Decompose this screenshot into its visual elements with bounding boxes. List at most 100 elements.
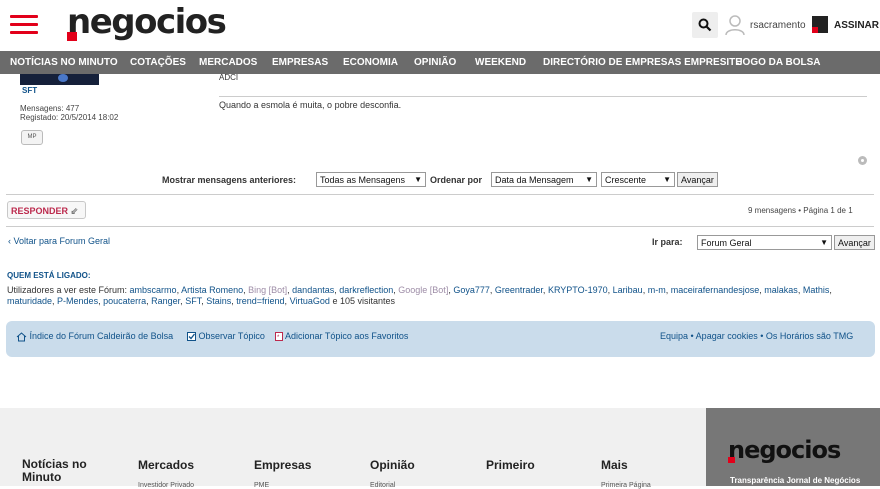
footer-logo[interactable]: negocios [728, 436, 841, 464]
sort-filter-bar: Mostrar mensagens anteriores: Todas as M… [0, 171, 880, 189]
footer-col-primeiro[interactable]: Primeiro [486, 458, 535, 472]
footer-col-noticias[interactable]: Notícias no Minuto [22, 458, 102, 484]
jump-to-label: Ir para: [652, 237, 683, 247]
signature-divider [219, 96, 867, 97]
online-user-link[interactable]: malakas [764, 285, 798, 295]
jump-go-button[interactable]: Avançar [834, 235, 875, 250]
reply-arrow-icon: ⇙ [70, 206, 79, 216]
online-user-link[interactable]: VirtuaGod [290, 296, 330, 306]
post-body-tail: ADCI [219, 73, 239, 82]
footer-col-opiniao[interactable]: Opinião [370, 458, 415, 472]
online-user-link[interactable]: Mathis [803, 285, 830, 295]
watch-topic-label: Observar Tópico [198, 331, 265, 341]
divider [6, 226, 874, 227]
online-user-link[interactable]: Bing [Bot] [248, 285, 287, 295]
forum-index-label: Índice do Fórum Caldeirão de Bolsa [29, 331, 174, 341]
chevron-down-icon: ▼ [585, 175, 593, 184]
post-registered: Registado: 20/5/2014 18:02 [20, 113, 118, 122]
chevron-down-icon: ▼ [663, 175, 671, 184]
chevron-down-icon: ▼ [820, 238, 828, 247]
sort-go-button[interactable]: Avançar [677, 172, 718, 187]
jump-to-value: Forum Geral [701, 238, 752, 248]
nav-mercados[interactable]: MERCADOS [199, 57, 257, 68]
reply-label: RESPONDER [11, 206, 69, 216]
online-user-link[interactable]: maturidade [7, 296, 52, 306]
checkbox-icon [187, 332, 196, 342]
jump-to-select[interactable]: Forum Geral ▼ [697, 235, 832, 250]
nav-opiniao[interactable]: OPINIÃO [414, 57, 456, 68]
sort-direction-value: Crescente [605, 175, 647, 185]
post-author[interactable]: SFT [22, 86, 37, 95]
order-by-value: Data da Mensagem [495, 175, 574, 185]
post-signature: Quando a esmola é muita, o pobre desconf… [219, 100, 402, 110]
author-avatar [20, 74, 99, 85]
forum-index-link[interactable]: Índice do Fórum Caldeirão de Bolsa [16, 331, 173, 342]
site-logo[interactable]: negocios [67, 2, 227, 42]
show-messages-label: Mostrar mensagens anteriores: [162, 175, 297, 185]
registered-label: Registado: [20, 113, 59, 122]
online-user-link[interactable]: darkreflection [339, 285, 393, 295]
private-message-button[interactable]: MP [21, 130, 43, 145]
online-user-link[interactable]: Greentrader [495, 285, 543, 295]
nav-noticias[interactable]: NOTÍCIAS NO MINUTO [10, 57, 118, 68]
online-user-link[interactable]: m-m [648, 285, 666, 295]
online-user-link[interactable]: P-Mendes [57, 296, 98, 306]
site-footer: Notícias no Minuto Mercados Empresas Opi… [0, 408, 880, 489]
online-user-link[interactable]: Stains [206, 296, 231, 306]
user-icon [725, 15, 745, 36]
online-user-link[interactable]: trend=friend [236, 296, 284, 306]
registered-value: 20/5/2014 18:02 [60, 113, 119, 122]
online-user-link[interactable]: Google [Bot] [398, 285, 448, 295]
subscribe-label: ASSINAR [834, 20, 880, 31]
order-by-select[interactable]: Data da Mensagem ▼ [491, 172, 597, 187]
home-icon [16, 331, 27, 342]
order-by-label: Ordenar por [430, 175, 483, 185]
nav-empresas[interactable]: EMPRESAS [272, 57, 328, 68]
user-name: rsacramento [750, 20, 806, 31]
pagination-info: 9 mensagens • Página 1 de 1 [748, 206, 853, 215]
online-user-link[interactable]: Ranger [151, 296, 180, 306]
online-user-link[interactable]: Laribau [613, 285, 643, 295]
search-button[interactable] [692, 12, 718, 38]
nav-economia[interactable]: ECONOMIA [343, 57, 398, 68]
footer-col-mercados[interactable]: Mercados [138, 458, 194, 472]
footer-right-links[interactable]: Equipa • Apagar cookies • Os Horários sã… [660, 331, 853, 341]
nav-directorio[interactable]: DIRECTÓRIO DE EMPRESAS EMPRESITE [543, 57, 742, 68]
show-messages-value: Todas as Mensagens [320, 175, 406, 185]
menu-icon[interactable] [10, 15, 38, 35]
pm-label: MP [27, 134, 37, 140]
online-user-link[interactable]: poucaterra [103, 296, 146, 306]
sort-direction-select[interactable]: Crescente ▼ [601, 172, 675, 187]
online-user-link[interactable]: Goya777 [453, 285, 490, 295]
footer-brand-panel: negocios Transparência Jornal de Negócio… [706, 408, 880, 486]
show-messages-select[interactable]: Todas as Mensagens ▼ [316, 172, 426, 187]
post-messages-count: Mensagens: 477 [20, 104, 79, 113]
reply-button[interactable]: RESPONDER ⇙ [7, 201, 86, 219]
back-to-forum-link[interactable]: ‹ Voltar para Forum Geral [8, 236, 110, 246]
nav-weekend[interactable]: WEEKEND [475, 57, 526, 68]
footer-brand-text: Transparência Jornal de Negócios [730, 476, 861, 485]
footer-col-mais[interactable]: Mais [601, 458, 628, 472]
back-to-top-icon[interactable] [858, 156, 867, 165]
online-user-link[interactable]: maceirafernandesjose [671, 285, 760, 295]
online-user-link[interactable]: Artista Romeno [181, 285, 243, 295]
who-is-online-list: Utilizadores a ver este Fórum: ambscarmo… [7, 285, 832, 306]
watch-topic-link[interactable]: Observar Tópico [187, 331, 265, 342]
messages-label: Mensagens: [20, 104, 64, 113]
online-user-link[interactable]: ambscarmo [130, 285, 177, 295]
divider [6, 194, 874, 195]
footer-col-empresas[interactable]: Empresas [254, 458, 311, 472]
nav-jogo-da-bolsa[interactable]: JOGO DA BOLSA [737, 57, 821, 68]
online-user-link[interactable]: SFT [185, 296, 201, 306]
add-favorite-link[interactable]: * Adicionar Tópico aos Favoritos [275, 331, 409, 342]
nav-cotacoes[interactable]: COTAÇÕES [130, 57, 186, 68]
chevron-down-icon: ▼ [414, 175, 422, 184]
online-suffix: e 105 visitantes [332, 296, 395, 306]
online-user-link[interactable]: dandantas [292, 285, 334, 295]
online-user-link[interactable]: KRYPTO-1970 [548, 285, 608, 295]
back-link-label: Voltar para Forum Geral [13, 236, 111, 246]
negocios-mark-icon [812, 16, 828, 33]
online-prefix: Utilizadores a ver este Fórum: [7, 285, 130, 295]
add-favorite-label: Adicionar Tópico aos Favoritos [285, 331, 409, 341]
site-header: negocios rsacramento ASSINAR [0, 0, 880, 50]
